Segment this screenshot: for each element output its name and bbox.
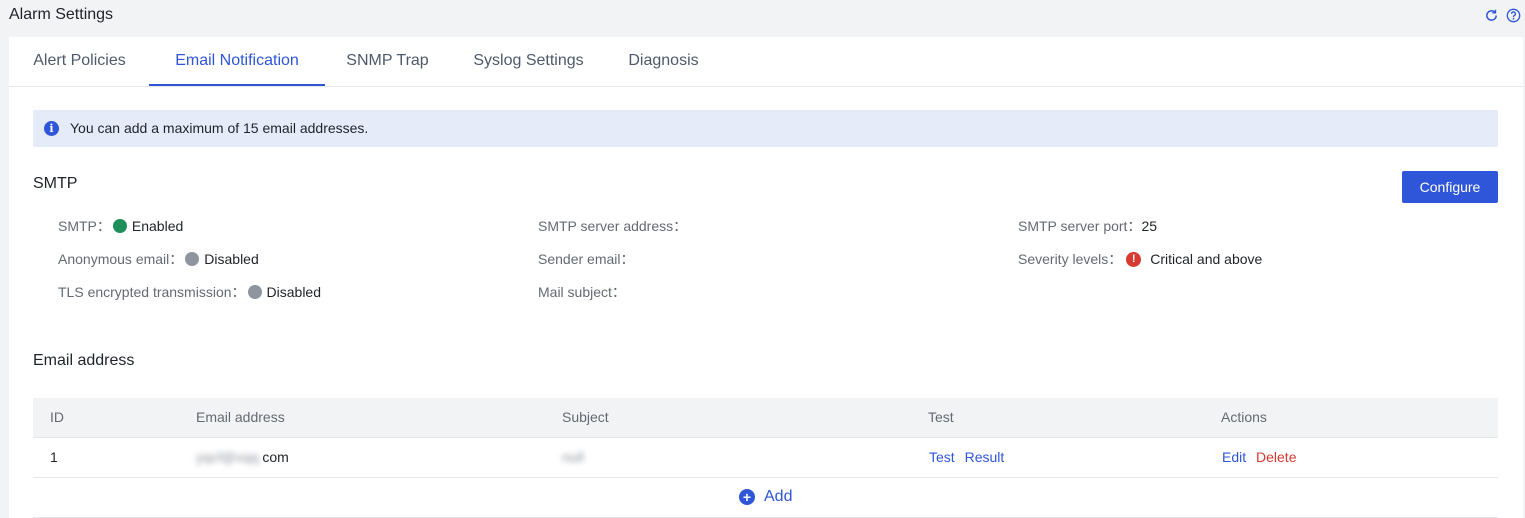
critical-alert-icon: !: [1126, 251, 1142, 267]
info-text: You can add a maximum of 15 email addres…: [70, 120, 369, 136]
severity-value: Critical and above: [1150, 251, 1263, 267]
server-address-label: SMTP server address：: [538, 218, 688, 234]
row-email: yqcf@xqq.com: [196, 449, 289, 465]
row-test-actions: Test Result: [929, 449, 1004, 465]
refresh-icon[interactable]: [1484, 8, 1499, 23]
server-address-field: SMTP server address：: [538, 216, 687, 236]
sender-email-field: Sender email：: [538, 249, 635, 269]
column-header-subject: Subject: [562, 409, 609, 425]
disabled-status-icon: [247, 285, 262, 299]
page-title: Alarm Settings: [9, 6, 114, 23]
smtp-section-title: SMTP: [33, 175, 78, 192]
server-port-label: SMTP server port：: [1018, 218, 1142, 234]
anonymous-email-label: Anonymous email：: [58, 251, 184, 267]
column-header-actions: Actions: [1221, 409, 1267, 425]
enabled-status-icon: [112, 219, 127, 233]
tab-email-notification[interactable]: Email Notification: [149, 37, 325, 86]
tab-alert-policies[interactable]: Alert Policies: [30, 37, 129, 85]
row-id: 1: [50, 449, 58, 465]
tab-diagnosis[interactable]: Diagnosis: [626, 37, 701, 85]
email-redacted: yqcf@xqq.: [196, 449, 263, 465]
page-header: Alarm Settings: [0, 0, 1525, 36]
mail-subject-field: Mail subject：: [538, 282, 626, 302]
tab-snmp-trap[interactable]: SNMP Trap: [345, 37, 430, 85]
email-table: ID Email address Subject Test Actions 1 …: [33, 398, 1498, 518]
server-port-value: 25: [1141, 218, 1158, 234]
header-icons: [1484, 8, 1521, 23]
smtp-status-label: SMTP：: [58, 218, 111, 234]
email-suffix: com: [262, 449, 289, 465]
email-section-title: Email address: [33, 352, 135, 369]
info-icon: i: [44, 121, 59, 136]
configure-button[interactable]: Configure: [1402, 171, 1498, 203]
tls-field: TLS encrypted transmission： Disabled: [58, 282, 321, 302]
info-banner: i You can add a maximum of 15 email addr…: [33, 110, 1498, 147]
column-header-email: Email address: [196, 409, 285, 425]
anonymous-email-value: Disabled: [204, 251, 259, 267]
table-header: ID Email address Subject Test Actions: [33, 398, 1498, 438]
row-subject: null: [562, 449, 584, 465]
add-row: + Add: [33, 478, 1498, 518]
tab-bar: Alert Policies Email Notification SNMP T…: [9, 37, 1523, 87]
column-header-id: ID: [50, 409, 64, 425]
help-icon[interactable]: [1506, 8, 1521, 23]
tab-syslog-settings[interactable]: Syslog Settings: [470, 37, 587, 85]
settings-card: Alert Policies Email Notification SNMP T…: [9, 37, 1523, 518]
add-email-button[interactable]: + Add: [739, 488, 792, 506]
tls-label: TLS encrypted transmission：: [58, 284, 246, 300]
severity-label: Severity levels：: [1018, 251, 1123, 267]
column-header-test: Test: [928, 409, 954, 425]
table-row: 1 yqcf@xqq.com null Test Result Edit Del…: [33, 438, 1498, 478]
sender-email-label: Sender email：: [538, 251, 635, 267]
tls-value: Disabled: [266, 284, 322, 300]
server-port-field: SMTP server port： 25: [1018, 216, 1157, 236]
delete-link[interactable]: Delete: [1256, 449, 1296, 465]
result-link[interactable]: Result: [965, 449, 1005, 465]
severity-field: Severity levels： ! Critical and above: [1018, 249, 1262, 269]
disabled-status-icon: [185, 252, 200, 266]
edit-link[interactable]: Edit: [1222, 449, 1246, 465]
smtp-status-field: SMTP： Enabled: [58, 216, 183, 236]
anonymous-email-field: Anonymous email： Disabled: [58, 249, 259, 269]
row-actions: Edit Delete: [1222, 449, 1296, 465]
plus-icon: +: [739, 489, 755, 505]
add-label: Add: [764, 488, 793, 505]
mail-subject-label: Mail subject：: [538, 284, 626, 300]
smtp-status-value: Enabled: [131, 218, 184, 234]
test-link[interactable]: Test: [929, 449, 955, 465]
